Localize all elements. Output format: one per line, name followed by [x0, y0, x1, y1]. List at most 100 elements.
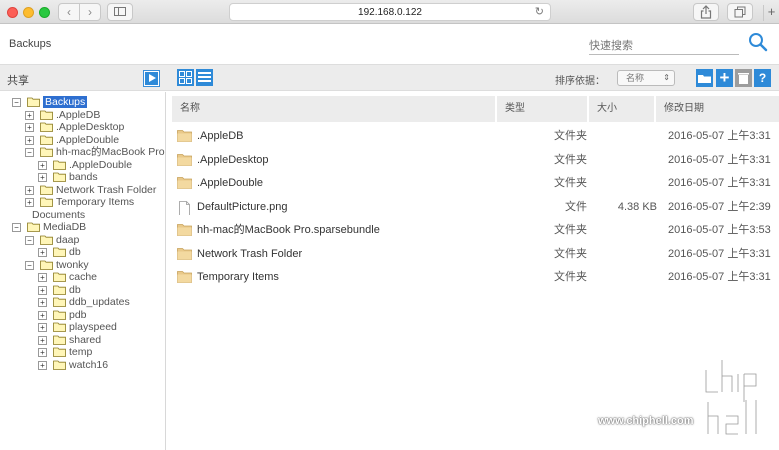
- help-button[interactable]: ?: [754, 69, 771, 87]
- file-date: 2016-05-07 上午3:31: [668, 177, 771, 189]
- tree-item-label: Network Trash Folder: [56, 183, 157, 196]
- add-button[interactable]: +: [716, 69, 733, 87]
- file-row[interactable]: Network Trash Folder 文件夹 2016-05-07 上午3:31: [177, 244, 777, 264]
- expand-toggle-icon[interactable]: +: [38, 160, 47, 170]
- collapse-toggle-icon[interactable]: −: [12, 98, 21, 107]
- expand-toggle-icon[interactable]: +: [38, 273, 47, 282]
- folder-icon: [177, 176, 192, 189]
- share-icon: [700, 5, 712, 19]
- new-folder-button[interactable]: [696, 69, 713, 87]
- reload-icon[interactable]: ↻: [535, 4, 544, 21]
- trash-icon: [738, 73, 749, 84]
- play-icon: [149, 74, 156, 82]
- list-view-button[interactable]: [196, 69, 213, 86]
- tree-item-label: MediaDB: [43, 221, 87, 233]
- collapse-toggle-icon[interactable]: −: [25, 260, 34, 270]
- folder-icon: [177, 247, 192, 260]
- folder-icon: [53, 297, 66, 307]
- file-name: hh-mac的MacBook Pro.sparsebundle: [197, 224, 380, 236]
- tree-item-label: twonky: [56, 258, 89, 271]
- plus-icon: +: [719, 68, 730, 87]
- folder-icon: [40, 185, 53, 195]
- tree-item-label: cache: [69, 271, 98, 283]
- search-icon[interactable]: [748, 32, 768, 52]
- file-date: 2016-05-07 上午3:31: [668, 271, 771, 283]
- file-row[interactable]: .AppleDouble 文件夹 2016-05-07 上午3:31: [177, 173, 777, 193]
- delete-button[interactable]: [735, 69, 752, 87]
- tree-item-label: db: [69, 246, 81, 258]
- expand-toggle-icon[interactable]: +: [38, 298, 47, 307]
- show-sidebar-button[interactable]: [107, 3, 133, 21]
- chevron-right-icon: ›: [88, 5, 92, 19]
- expand-toggle-icon[interactable]: +: [38, 360, 47, 370]
- column-header-name[interactable]: 名称: [172, 96, 495, 122]
- tree-item-label: bands: [69, 171, 98, 183]
- watermark-url: www.chiphell.com: [598, 415, 694, 427]
- folder-icon: [177, 129, 192, 142]
- search-input[interactable]: [589, 37, 739, 55]
- zoom-window-button[interactable]: [39, 7, 50, 18]
- close-window-button[interactable]: [7, 7, 18, 18]
- file-row[interactable]: hh-mac的MacBook Pro.sparsebundle 文件夹 2016-0…: [177, 220, 777, 240]
- file-name: .AppleDB: [197, 130, 244, 142]
- expand-toggle-icon[interactable]: +: [25, 198, 34, 207]
- expand-toggle-icon[interactable]: +: [25, 110, 34, 120]
- share-button[interactable]: [693, 3, 719, 21]
- tree-item-label: db: [69, 283, 81, 296]
- chiphell-logo: [704, 358, 758, 436]
- file-size: 4.38 KB: [617, 200, 657, 213]
- expand-toggle-icon[interactable]: +: [38, 285, 47, 295]
- folder-icon: [177, 223, 192, 236]
- expand-toggle-icon[interactable]: +: [25, 123, 34, 132]
- file-row[interactable]: DefaultPicture.png 文件 4.38 KB 2016-05-07 上午…: [177, 197, 777, 217]
- collapse-toggle-icon[interactable]: −: [25, 235, 34, 245]
- file-list: 名称 类型 大小 修改日期 .AppleDB 文件夹 2016-05-07 上午3:…: [167, 92, 779, 450]
- expand-toggle-icon[interactable]: +: [38, 310, 47, 320]
- file-date: 2016-05-07 上午3:31: [668, 247, 771, 260]
- file-type: 文件夹: [554, 247, 587, 260]
- back-button[interactable]: ‹: [58, 3, 80, 21]
- file-name: .AppleDouble: [197, 177, 264, 189]
- minimize-window-button[interactable]: [23, 7, 34, 18]
- collapse-toggle-icon[interactable]: −: [25, 148, 34, 157]
- collapse-toggle-icon[interactable]: −: [12, 223, 21, 232]
- sidebar-icon: [114, 7, 126, 16]
- expand-toggle-icon[interactable]: +: [38, 173, 47, 182]
- new-tab-button[interactable]: +: [763, 5, 779, 21]
- help-icon: ?: [758, 71, 767, 85]
- tree-item-label: playspeed: [69, 321, 117, 333]
- tree-item-label: hh-mac的MacBook Pro.s: [56, 146, 166, 158]
- show-tabs-button[interactable]: [727, 3, 753, 21]
- page-header: Backups: [0, 25, 779, 64]
- tree-item-label: ddb_updates: [69, 296, 130, 308]
- folder-tree: − Backups + .AppleDB + .AppleDesktop + .AppleDo…: [0, 92, 166, 450]
- file-date: 2016-05-07 上午3:31: [668, 130, 771, 142]
- sort-select[interactable]: 名称 ⇕: [617, 70, 675, 86]
- expand-toggle-icon[interactable]: +: [38, 248, 47, 257]
- grid-view-button[interactable]: [177, 69, 194, 86]
- expand-toggle-icon[interactable]: +: [38, 335, 47, 345]
- list-icon: [198, 72, 211, 74]
- folder-icon: [53, 347, 66, 357]
- expand-toggle-icon[interactable]: +: [25, 185, 34, 195]
- open-folder-icon: [40, 235, 53, 245]
- browser-toolbar: ‹ › 192.168.0.122 ↻ +: [0, 0, 779, 24]
- expand-toggle-icon[interactable]: +: [38, 348, 47, 357]
- column-header-date[interactable]: 修改日期: [656, 96, 779, 122]
- file-type: 文件: [565, 200, 587, 213]
- column-header-type[interactable]: 类型: [497, 96, 587, 122]
- collapse-sidebar-button[interactable]: [143, 70, 160, 87]
- tree-item-label: temp: [69, 346, 93, 358]
- address-bar[interactable]: 192.168.0.122 ↻: [229, 3, 551, 21]
- forward-button[interactable]: ›: [79, 3, 101, 21]
- folder-icon: [53, 335, 66, 345]
- column-header-size[interactable]: 大小: [589, 96, 654, 122]
- tree-item-label: pdb: [69, 308, 87, 321]
- file-row[interactable]: .AppleDesktop 文件夹 2016-05-07 上午3:31: [177, 150, 777, 170]
- open-folder-icon: [27, 222, 40, 232]
- select-arrows-icon: ⇕: [663, 73, 670, 82]
- expand-toggle-icon[interactable]: +: [38, 323, 47, 332]
- expand-toggle-icon[interactable]: +: [25, 135, 34, 145]
- file-row[interactable]: Temporary Items 文件夹 2016-05-07 上午3:31: [177, 267, 777, 287]
- file-row[interactable]: .AppleDB 文件夹 2016-05-07 上午3:31: [177, 126, 777, 146]
